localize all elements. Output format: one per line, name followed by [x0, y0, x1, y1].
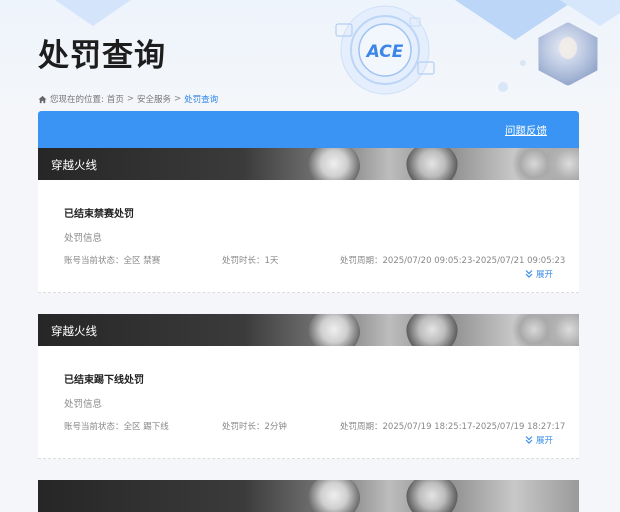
breadcrumb-prefix: 您现在的位置:	[50, 95, 104, 105]
record-divider	[38, 292, 579, 293]
expand-label: 展开	[535, 270, 553, 280]
game-name: 穿越火线	[51, 158, 97, 172]
expand-button[interactable]: 展开	[524, 434, 553, 446]
record-gap	[38, 293, 579, 314]
penalty-period: 处罚周期：2025/07/19 18:25:17-2025/07/19 18:2…	[340, 422, 566, 432]
penalty-status-title: 已结束禁赛处罚	[64, 209, 134, 220]
banner-character-image	[308, 314, 360, 346]
penalty-duration: 处罚时长：1天	[222, 256, 279, 266]
banner-character-image	[543, 148, 579, 180]
breadcrumb: 您现在的位置: 首页 > 安全服务 > 处罚查询	[38, 93, 218, 105]
banner-character-image	[308, 148, 360, 180]
breadcrumb-separator: >	[126, 94, 135, 104]
record-body: 已结束踢下线处罚 处罚信息 账号当前状态：全区 踢下线 处罚时长：2分钟 处罚周…	[38, 346, 579, 459]
decor-bubble	[498, 82, 508, 92]
breadcrumb-home-link[interactable]: 首页	[107, 93, 124, 105]
banner-character-image	[308, 480, 360, 512]
decor-triangle	[560, 0, 620, 26]
game-banner: 穿越火线	[38, 314, 579, 346]
penalty-status-title: 已结束踢下线处罚	[64, 375, 144, 386]
expand-label: 展开	[535, 436, 553, 446]
ace-logo: ACE	[335, 5, 435, 95]
banner-character-image	[406, 480, 458, 512]
record-body: 已结束禁赛处罚 处罚信息 账号当前状态：全区 禁赛 处罚时长：1天 处罚周期：2…	[38, 180, 579, 293]
account-status: 账号当前状态：全区 踢下线	[64, 422, 169, 432]
penalty-period: 处罚周期：2025/07/20 09:05:23-2025/07/21 09:0…	[340, 256, 566, 266]
home-icon	[38, 95, 47, 103]
game-banner	[38, 480, 579, 512]
record-divider	[38, 458, 579, 459]
expand-button[interactable]: 展开	[524, 268, 553, 280]
breadcrumb-current: 处罚查询	[184, 95, 219, 105]
game-banner: 穿越火线	[38, 148, 579, 180]
banner-character-image	[543, 314, 579, 346]
banner-character-image	[406, 314, 458, 346]
page-title: 处罚查询	[38, 38, 166, 74]
penalty-panel: 问题反馈 穿越火线 已结束禁赛处罚 处罚信息 账号当前状态：全区 禁赛 处罚时长…	[38, 111, 579, 512]
account-status: 账号当前状态：全区 禁赛	[64, 256, 161, 266]
penalty-record: 穿越火线 已结束禁赛处罚 处罚信息 账号当前状态：全区 禁赛 处罚时长：1天 处…	[38, 148, 579, 293]
decor-triangle	[55, 0, 131, 26]
breadcrumb-security-link[interactable]: 安全服务	[137, 93, 171, 105]
decor-bubble	[520, 60, 526, 66]
penalty-info-label: 处罚信息	[64, 233, 103, 244]
record-gap	[38, 459, 579, 480]
feedback-link[interactable]: 问题反馈	[505, 123, 547, 138]
svg-text:ACE: ACE	[365, 42, 404, 62]
panel-header: 问题反馈	[38, 111, 579, 148]
breadcrumb-separator: >	[174, 94, 182, 104]
game-name: 穿越火线	[51, 324, 97, 338]
chevron-double-down-icon	[525, 436, 533, 444]
penalty-record: 穿越火线 已结束踢下线处罚 处罚信息 账号当前状态：全区 踢下线 处罚时长：2分…	[38, 314, 579, 459]
banner-character-image	[406, 148, 458, 180]
penalty-info-label: 处罚信息	[64, 399, 103, 410]
chevron-double-down-icon	[525, 270, 533, 278]
penalty-duration: 处罚时长：2分钟	[222, 422, 287, 432]
